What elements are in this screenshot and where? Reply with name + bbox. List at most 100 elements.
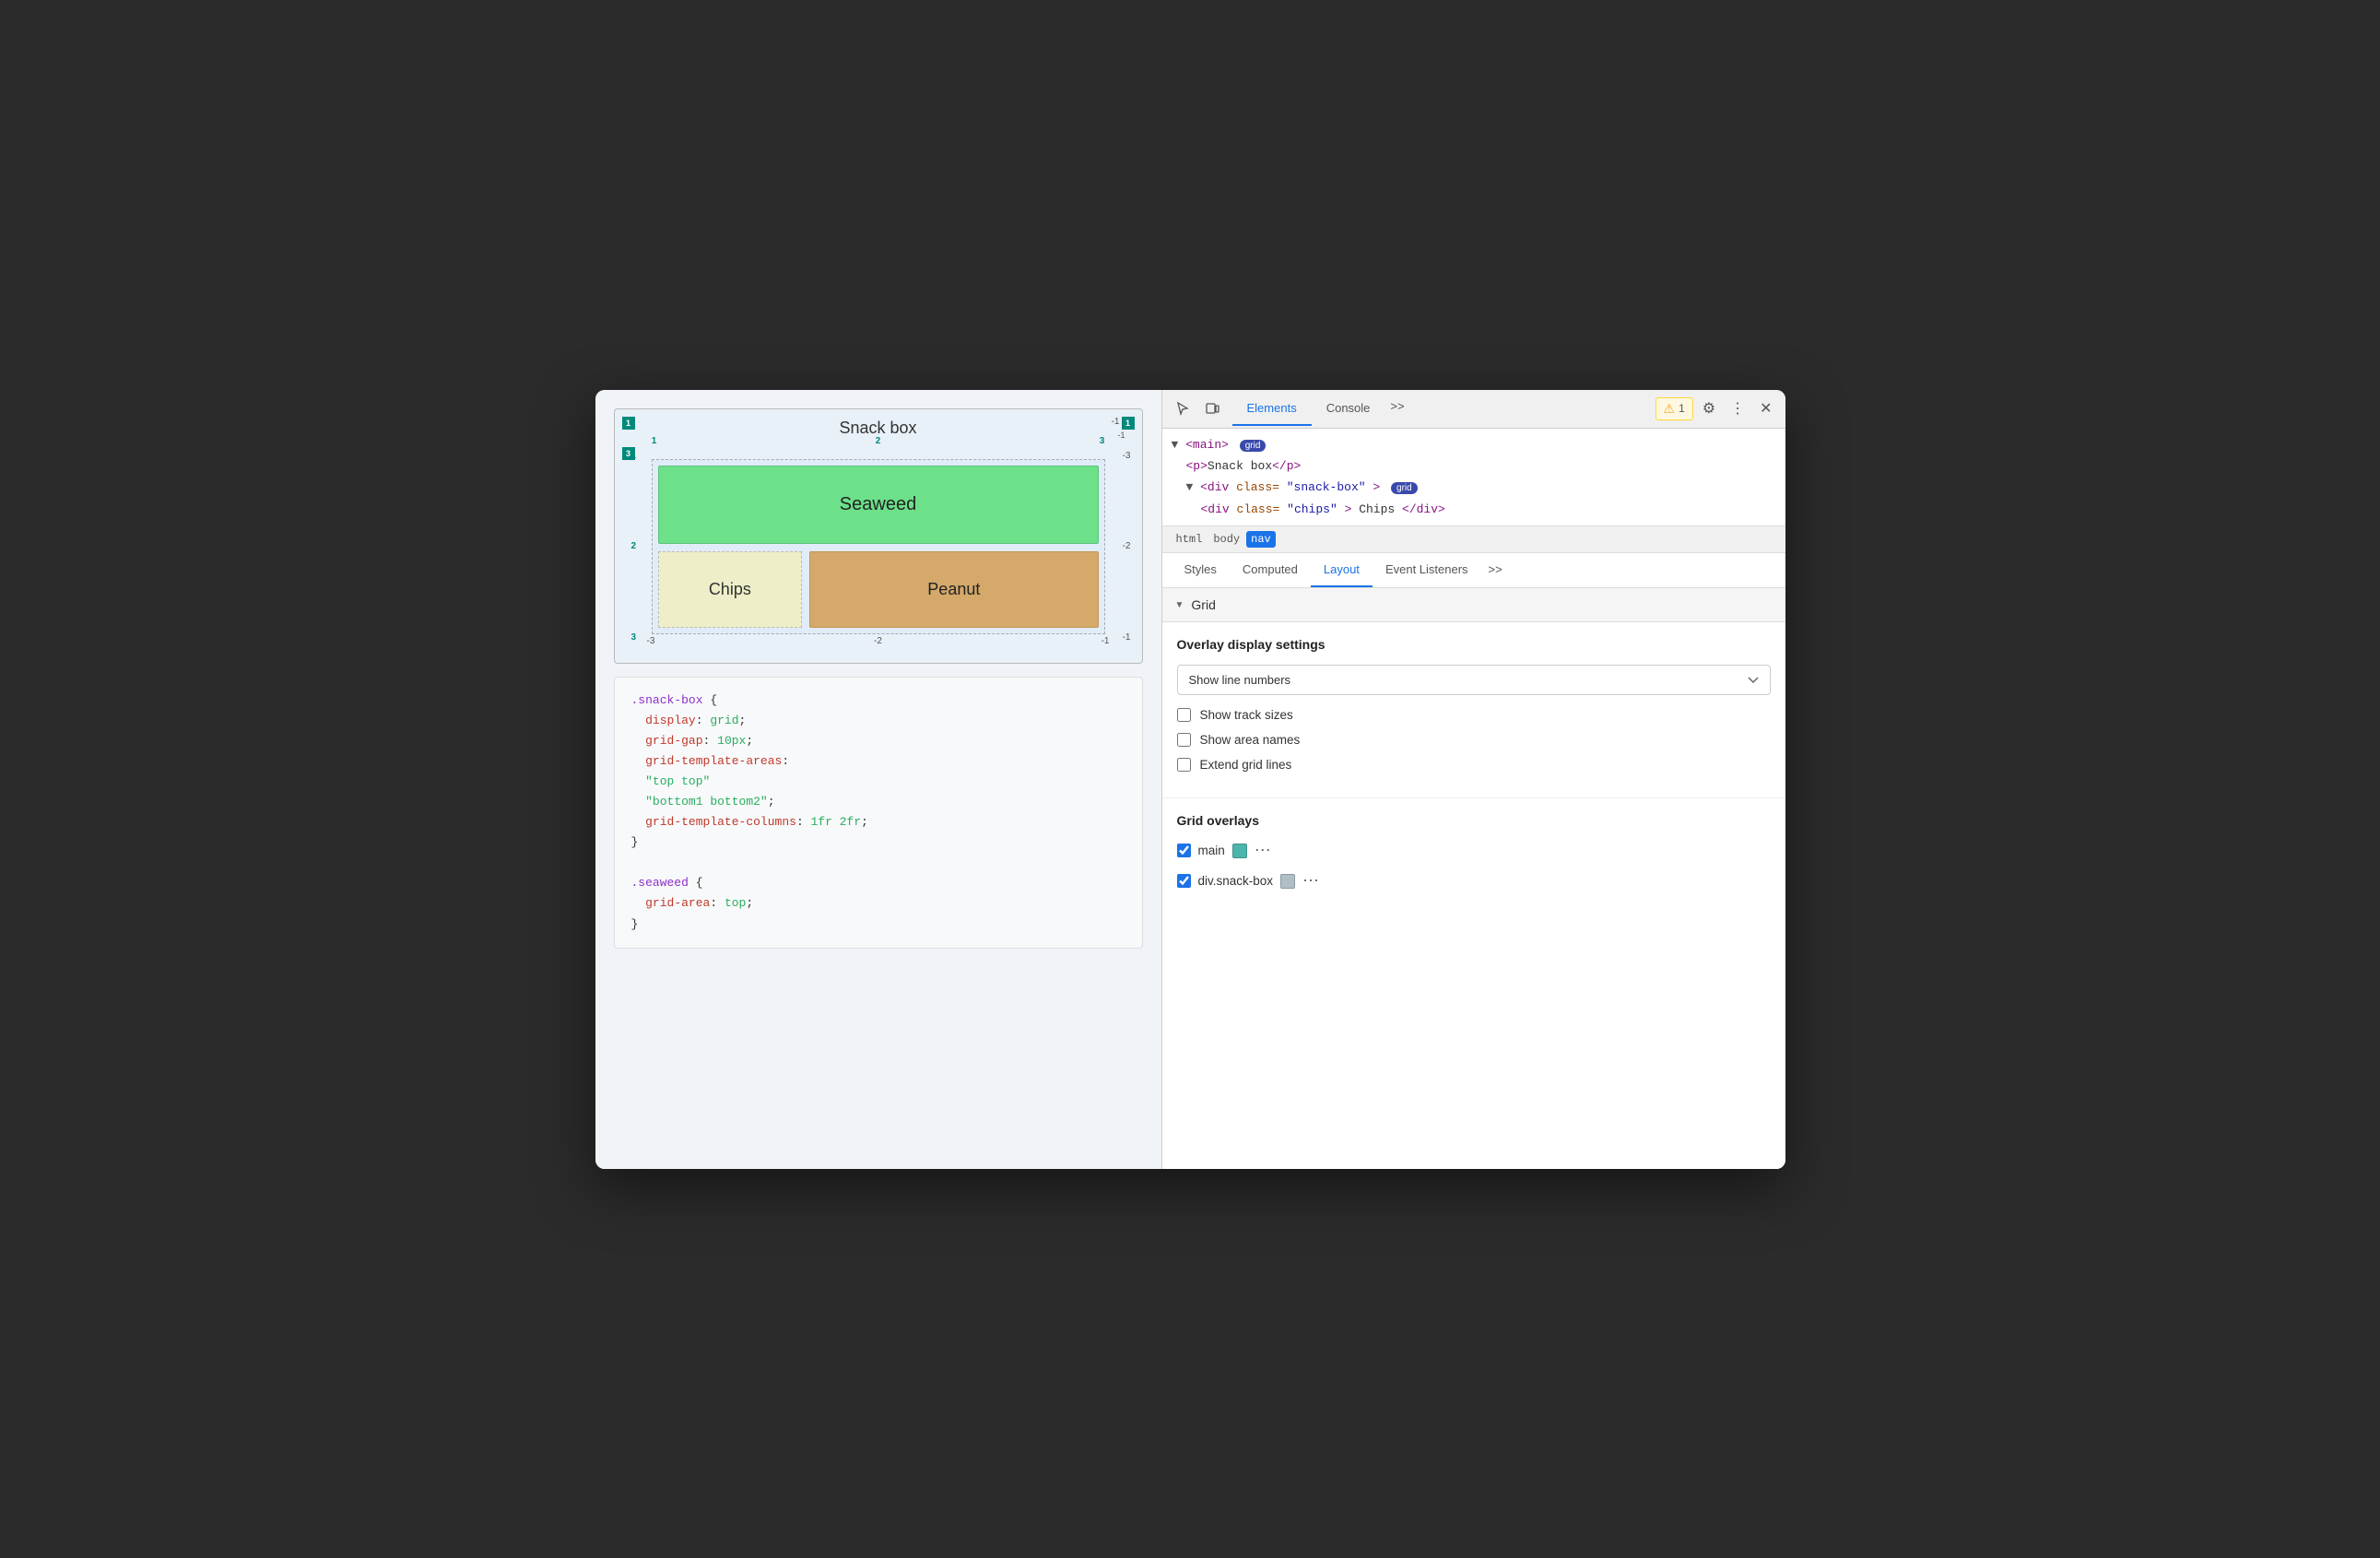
code-line-blank bbox=[631, 853, 1125, 873]
cell-seaweed: Seaweed bbox=[658, 466, 1099, 544]
dom-tag-p-close: </p> bbox=[1272, 459, 1301, 473]
show-area-names-label[interactable]: Show area names bbox=[1200, 733, 1301, 747]
left-panel: Snack box 1 2 3 -1 1 2 3 -3 bbox=[595, 390, 1162, 1169]
breadcrumb-html[interactable]: html bbox=[1172, 531, 1208, 548]
devtools-more-tabs[interactable]: >> bbox=[1384, 392, 1409, 426]
show-track-sizes-checkbox[interactable] bbox=[1177, 708, 1191, 722]
dom-tag-div-close-bracket: > bbox=[1373, 480, 1380, 494]
corner-tr: 1 bbox=[1122, 417, 1135, 430]
grid-num-bot-neg1: -1 bbox=[1102, 636, 1110, 646]
settings-button[interactable]: ⚙ bbox=[1697, 395, 1721, 422]
extend-grid-lines-checkbox[interactable] bbox=[1177, 758, 1191, 772]
overlay-main-label[interactable]: main bbox=[1198, 844, 1225, 857]
tab-styles[interactable]: Styles bbox=[1172, 553, 1230, 587]
code-line-5: "top top" bbox=[631, 772, 1125, 792]
more-dots-icon: ⋮ bbox=[1730, 399, 1745, 418]
code-line-7: grid-template-columns: 1fr 2fr; bbox=[631, 812, 1125, 832]
grid-num-bot-neg2: -2 bbox=[874, 636, 882, 646]
grid-overlays-section: Grid overlays main ⋯ div.snack-box ⋯ bbox=[1162, 798, 1785, 916]
overlay-display-settings: Overlay display settings Show line numbe… bbox=[1162, 622, 1785, 798]
overlay-row-snack-box: div.snack-box ⋯ bbox=[1177, 871, 1771, 891]
code-line-1: .snack-box { bbox=[631, 690, 1125, 711]
overlay-settings-title: Overlay display settings bbox=[1177, 637, 1771, 652]
dom-line-div-snack[interactable]: ▼ <div class= "snack-box" > grid bbox=[1172, 477, 1776, 498]
tab-elements[interactable]: Elements bbox=[1232, 392, 1312, 426]
code-line-3: grid-gap: 10px; bbox=[631, 731, 1125, 751]
breadcrumb-body[interactable]: body bbox=[1208, 531, 1244, 548]
dom-triangle-snack: ▼ bbox=[1186, 480, 1201, 494]
dom-tag-chips-close: </div> bbox=[1402, 502, 1445, 516]
dom-tag-div-open: <div bbox=[1200, 480, 1236, 494]
tab-event-listeners[interactable]: Event Listeners bbox=[1373, 553, 1481, 587]
panel-tabs: Styles Computed Layout Event Listeners >… bbox=[1162, 553, 1785, 588]
layout-content: ▼ Grid Overlay display settings Show lin… bbox=[1162, 588, 1785, 1168]
show-track-sizes-row: Show track sizes bbox=[1177, 708, 1771, 722]
grid-num-top-3: 3 bbox=[1095, 436, 1110, 446]
overlay-snack-checkbox[interactable] bbox=[1177, 874, 1191, 888]
code-section: .snack-box { display: grid; grid-gap: 10… bbox=[614, 677, 1143, 949]
cell-peanut: Peanut bbox=[809, 551, 1098, 628]
device-icon bbox=[1205, 401, 1219, 416]
dom-badge-main-grid: grid bbox=[1240, 440, 1267, 452]
corner-bl: 3 bbox=[622, 447, 635, 460]
close-icon: ✕ bbox=[1760, 399, 1772, 418]
code-line-8: } bbox=[631, 832, 1125, 853]
device-tool-button[interactable] bbox=[1199, 396, 1225, 420]
dom-line-p[interactable]: <p>Snack box</p> bbox=[1172, 455, 1776, 477]
corner-tl: 1 bbox=[622, 417, 635, 430]
dom-attr-class-name: class= bbox=[1236, 480, 1279, 494]
panel-tab-more[interactable]: >> bbox=[1481, 553, 1510, 587]
grid-num-bot-neg3: -3 bbox=[647, 636, 655, 646]
dom-tag-chips-gt: > bbox=[1345, 502, 1352, 516]
overlay-row-main: main ⋯ bbox=[1177, 841, 1771, 860]
code-line-4: grid-template-areas: bbox=[631, 751, 1125, 772]
browser-window: Snack box 1 2 3 -1 1 2 3 -3 bbox=[595, 390, 1785, 1169]
grid-demo: Snack box 1 2 3 -1 1 2 3 -3 bbox=[614, 408, 1143, 664]
extend-grid-lines-label[interactable]: Extend grid lines bbox=[1200, 758, 1292, 772]
tab-console[interactable]: Console bbox=[1312, 392, 1385, 426]
side-num-2: 2 bbox=[631, 541, 637, 551]
dom-badge-snack-grid: grid bbox=[1391, 482, 1418, 494]
grid-title: Snack box bbox=[624, 419, 1133, 438]
breadcrumb-nav[interactable]: nav bbox=[1246, 531, 1276, 548]
warning-count: 1 bbox=[1679, 402, 1685, 415]
grid-section-label: Grid bbox=[1191, 597, 1215, 612]
extend-grid-lines-row: Extend grid lines bbox=[1177, 758, 1771, 772]
tab-computed[interactable]: Computed bbox=[1230, 553, 1311, 587]
dom-text-p: Snack box bbox=[1208, 459, 1272, 473]
warning-icon: ⚠ bbox=[1664, 401, 1676, 417]
code-line-6: "bottom1 bottom2"; bbox=[631, 792, 1125, 812]
side-num-neg1: -1 bbox=[1123, 632, 1131, 643]
tab-layout[interactable]: Layout bbox=[1311, 553, 1373, 587]
overlay-snack-grid-icon[interactable]: ⋯ bbox=[1302, 871, 1319, 891]
code-line-10: grid-area: top; bbox=[631, 893, 1125, 914]
cursor-tool-button[interactable] bbox=[1170, 396, 1196, 420]
devtools-tabs: Elements Console >> bbox=[1232, 392, 1652, 426]
overlay-snack-color[interactable] bbox=[1280, 874, 1295, 889]
corner-tr-neg1: -1 bbox=[1112, 417, 1120, 427]
grid-triangle-icon: ▼ bbox=[1175, 600, 1184, 610]
devtools-header: Elements Console >> ⚠ 1 ⚙ ⋮ ✕ bbox=[1162, 390, 1785, 429]
dom-line-div-chips[interactable]: <div class= "chips" > Chips </div> bbox=[1172, 499, 1776, 520]
overlay-main-grid-icon[interactable]: ⋯ bbox=[1255, 841, 1271, 860]
warning-badge[interactable]: ⚠ 1 bbox=[1655, 397, 1693, 420]
overlay-snack-label[interactable]: div.snack-box bbox=[1198, 874, 1274, 888]
dom-tag-chips-open: <div bbox=[1201, 502, 1237, 516]
code-line-2: display: grid; bbox=[631, 711, 1125, 731]
more-button[interactable]: ⋮ bbox=[1725, 395, 1750, 422]
grid-section-header[interactable]: ▼ Grid bbox=[1162, 588, 1785, 622]
close-button[interactable]: ✕ bbox=[1754, 395, 1777, 422]
overlay-main-color[interactable] bbox=[1232, 844, 1247, 858]
overlay-main-checkbox[interactable] bbox=[1177, 844, 1191, 857]
show-track-sizes-label[interactable]: Show track sizes bbox=[1200, 708, 1293, 722]
show-area-names-checkbox[interactable] bbox=[1177, 733, 1191, 747]
dom-tree: ▼ <main> grid <p>Snack box</p> ▼ <div cl… bbox=[1162, 429, 1785, 527]
dom-text-chips: Chips bbox=[1359, 502, 1395, 516]
dom-line-main[interactable]: ▼ <main> grid bbox=[1172, 434, 1776, 455]
grid-num-top-1: 1 bbox=[647, 436, 662, 446]
grid-num-top-2: 2 bbox=[871, 436, 886, 446]
grid-container: Seaweed Chips Peanut bbox=[652, 459, 1105, 634]
cell-chips: Chips bbox=[658, 551, 803, 628]
dom-triangle-main: ▼ bbox=[1172, 438, 1186, 452]
show-line-numbers-dropdown[interactable]: Show line numbers Show track sizes Show … bbox=[1177, 665, 1771, 695]
